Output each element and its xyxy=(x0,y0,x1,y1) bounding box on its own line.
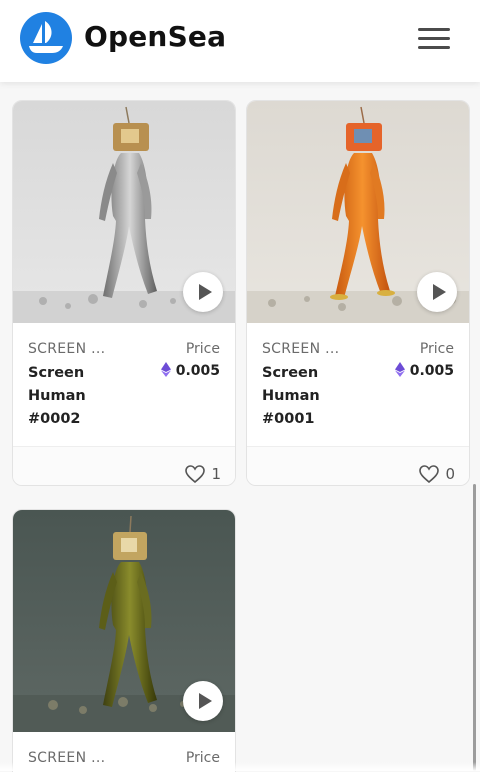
ethereum-icon xyxy=(160,362,171,377)
scrollbar[interactable] xyxy=(473,484,476,771)
nft-image[interactable] xyxy=(13,510,235,732)
nft-card[interactable]: SCREEN ... Price 0.005 Screen Human #000… xyxy=(12,100,236,486)
price-amount: 0.005 xyxy=(175,363,220,379)
play-button[interactable] xyxy=(183,681,223,721)
price-label: Price xyxy=(419,341,454,357)
play-button[interactable] xyxy=(183,272,223,312)
card-footer: 1 xyxy=(13,446,235,485)
nft-image[interactable] xyxy=(247,101,469,323)
nft-card[interactable]: SCREEN ... Price 0.005 Screen Human #000… xyxy=(246,100,470,486)
price-label: Price xyxy=(185,341,220,357)
price-amount: 0.005 xyxy=(409,363,454,379)
likes-count: 0 xyxy=(445,465,455,483)
nft-card[interactable]: SCREEN ... Price xyxy=(12,509,236,772)
nft-name[interactable]: Screen Human #0001 xyxy=(262,362,362,431)
favorite-count[interactable]: 1 xyxy=(185,465,221,483)
collection-name[interactable]: SCREEN ... xyxy=(28,341,105,357)
favorite-count[interactable]: 0 xyxy=(419,465,455,483)
nft-image[interactable] xyxy=(13,101,235,323)
likes-count: 1 xyxy=(211,465,221,483)
play-button[interactable] xyxy=(417,272,457,312)
bottom-fade xyxy=(0,762,480,771)
nft-name[interactable]: Screen Human #0002 xyxy=(28,362,128,431)
heart-icon[interactable] xyxy=(185,465,206,483)
collection-name[interactable]: SCREEN ... xyxy=(262,341,339,357)
opensea-logo-icon[interactable] xyxy=(20,12,72,64)
card-footer: 0 xyxy=(247,446,469,485)
top-nav: OpenSea xyxy=(0,0,480,82)
heart-icon[interactable] xyxy=(419,465,440,483)
hamburger-menu-icon[interactable] xyxy=(412,22,454,56)
price-value: 0.005 xyxy=(394,362,454,379)
brand-name[interactable]: OpenSea xyxy=(84,20,226,53)
ethereum-icon xyxy=(394,362,405,377)
price-value: 0.005 xyxy=(160,362,220,379)
